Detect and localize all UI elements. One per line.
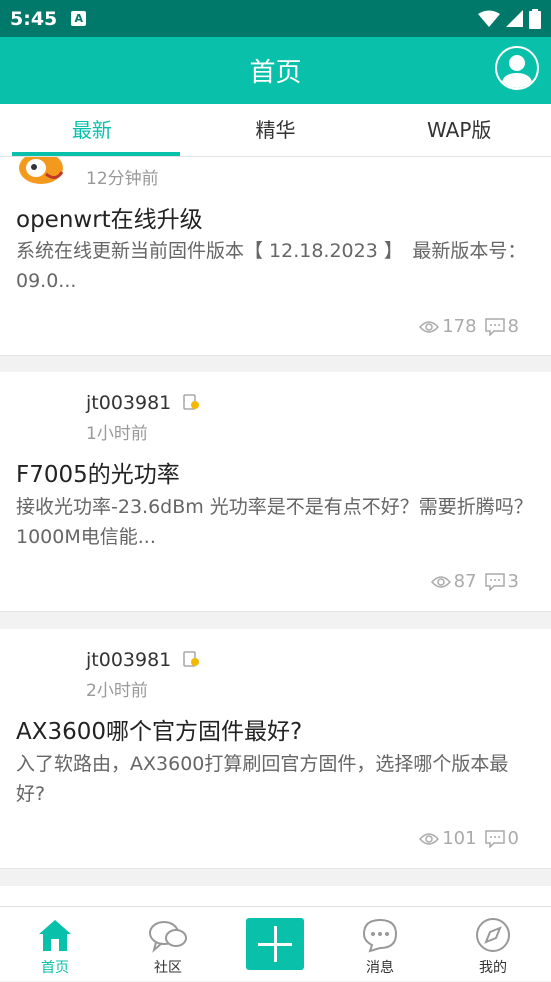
post-card[interactable]: 12分钟前 openwrt在线升级 系统在线更新当前固件版本【 12.18.20… [0, 157, 551, 356]
tab-latest[interactable]: 最新 [0, 104, 184, 156]
home-icon [39, 920, 71, 951]
post-time: 12分钟前 [86, 169, 159, 189]
nav-community[interactable]: 社区 [113, 907, 223, 982]
post-excerpt: 入了软路由，AX3600打算刷回官方固件，选择哪个版本最好? [16, 753, 509, 805]
compass-icon [476, 918, 510, 952]
post-time: 1小时前 [86, 424, 148, 444]
nav-mine[interactable]: 我的 [438, 907, 548, 982]
views-count: 101 [419, 828, 477, 849]
status-time: 5:45 [10, 7, 58, 30]
nav-home[interactable]: 首页 [0, 907, 110, 982]
status-icons [478, 8, 541, 29]
post-excerpt: 接收光功率-23.6dBm 光功率是不是有点不好？需要折腾吗？1000M电信能.… [16, 496, 533, 548]
signal-icon [506, 10, 523, 27]
status-bar: 5:45 A [0, 0, 551, 37]
views-count: 87 [430, 571, 477, 592]
user-avatar-icon [501, 55, 533, 88]
post-stats: 101 0 [411, 828, 519, 849]
eye-icon [430, 575, 451, 588]
comment-icon [484, 572, 505, 591]
post-title[interactable]: F7005的光功率 [16, 455, 180, 489]
wifi-icon [478, 10, 500, 27]
comment-icon [484, 317, 505, 336]
post-feed[interactable]: 12分钟前 openwrt在线升级 系统在线更新当前固件版本【 12.18.20… [0, 157, 551, 906]
nav-messages[interactable]: 消息 [325, 907, 435, 982]
message-icon [362, 918, 398, 953]
comment-icon [484, 829, 505, 848]
post-time: 2小时前 [86, 681, 148, 701]
post-stats: 87 3 [423, 571, 519, 592]
post-card[interactable]: jt003981 2小时前 AX3600哪个官方固件最好? 入了软路由，AX36… [0, 629, 551, 869]
profile-avatar-button[interactable] [495, 46, 539, 90]
verified-badge-icon [183, 651, 199, 667]
post-username[interactable]: jt003981 [86, 649, 171, 671]
post-excerpt: 系统在线更新当前固件版本【 12.18.2023 】 最新版本号：09.0... [16, 240, 527, 292]
eye-icon [419, 320, 440, 333]
chat-bubbles-icon [149, 921, 187, 953]
tab-featured[interactable]: 精华 [184, 104, 368, 156]
comments-count: 0 [484, 828, 519, 849]
post-title[interactable]: openwrt在线升级 [16, 200, 203, 234]
bottom-navigation: 首页 社区 消息 我的 [0, 906, 551, 981]
post-stats: 178 8 [411, 316, 519, 337]
views-count: 178 [419, 316, 477, 337]
app-notification-icon: A [71, 11, 87, 26]
post-card[interactable] [0, 886, 551, 906]
verified-badge-icon [183, 394, 199, 410]
post-username[interactable]: jt003981 [86, 392, 171, 414]
comments-count: 8 [484, 316, 519, 337]
app-header: 首页 [0, 37, 551, 104]
create-post-button[interactable] [246, 918, 304, 970]
eye-icon [419, 832, 440, 845]
battery-icon [529, 8, 541, 29]
comments-count: 3 [484, 571, 519, 592]
tab-bar: 最新 精华 WAP版 [0, 104, 551, 157]
user-avatar [19, 157, 64, 184]
post-card[interactable]: jt003981 1小时前 F7005的光功率 接收光功率-23.6dBm 光功… [0, 372, 551, 612]
tab-wap[interactable]: WAP版 [367, 104, 551, 156]
page-title: 首页 [249, 58, 302, 88]
post-title[interactable]: AX3600哪个官方固件最好? [16, 712, 302, 746]
